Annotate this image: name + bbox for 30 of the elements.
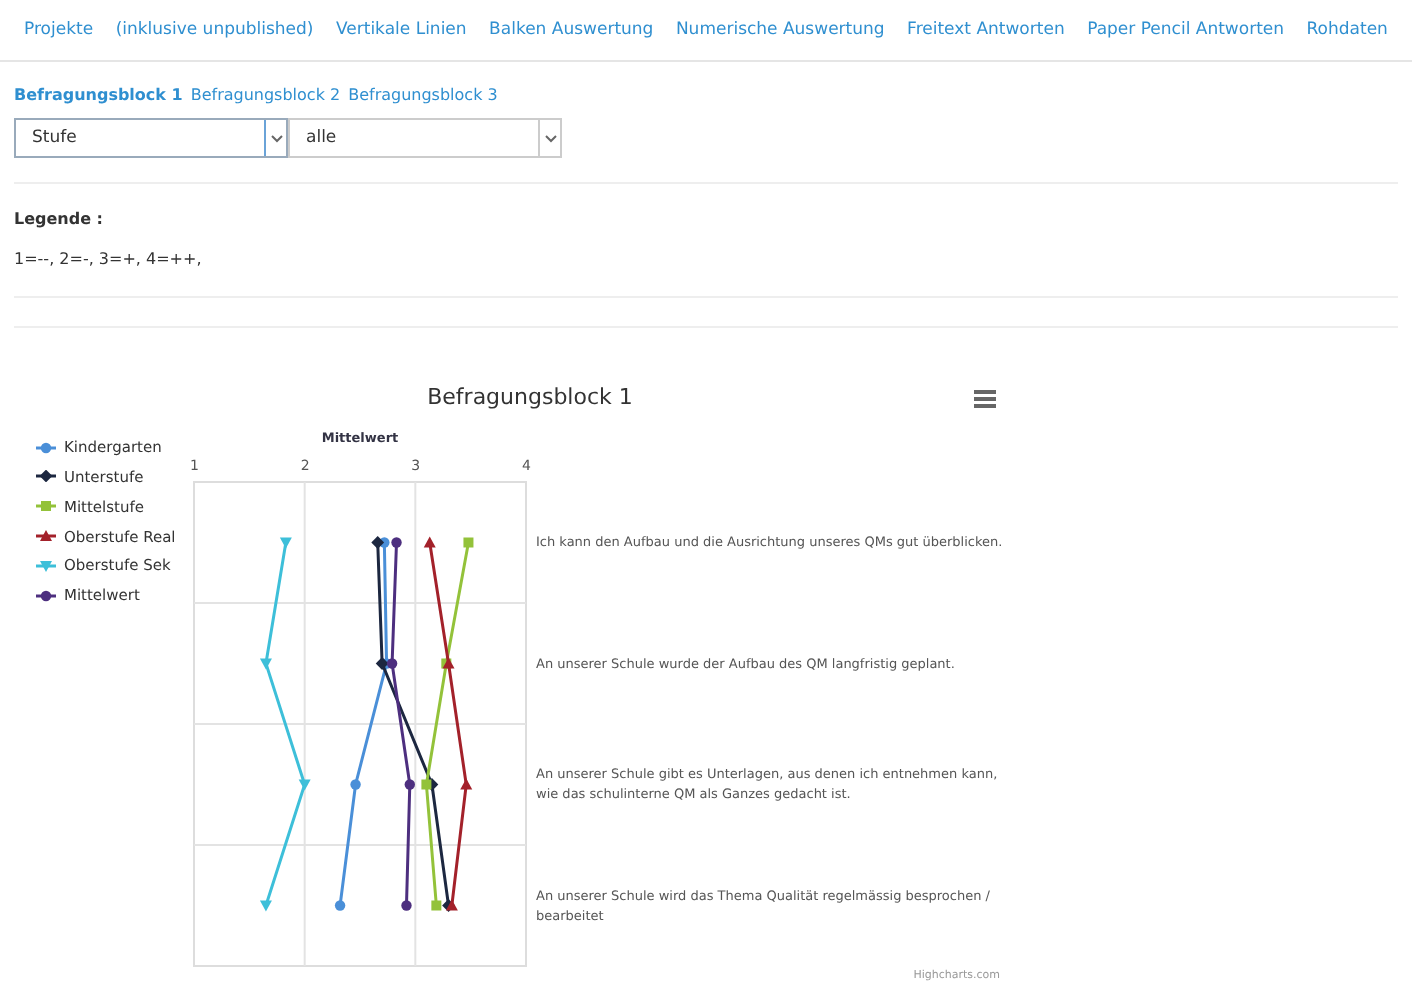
data-point bbox=[334, 900, 346, 911]
data-point bbox=[259, 900, 272, 912]
data-point bbox=[259, 658, 272, 670]
block-link[interactable]: Befragungsblock 2 bbox=[190, 84, 341, 108]
legend-title: Legende : bbox=[14, 208, 106, 232]
nav-link[interactable]: (inklusive unpublished) bbox=[115, 17, 314, 43]
data-point bbox=[404, 779, 415, 790]
nav-link[interactable]: Paper Pencil Antworten bbox=[1087, 17, 1285, 43]
data-point bbox=[401, 900, 412, 911]
dropdown[interactable]: Stufe bbox=[14, 118, 288, 158]
data-point bbox=[350, 779, 361, 790]
block-link[interactable]: Befragungsblock 3 bbox=[348, 84, 498, 108]
chart-title: Befragungsblock 1 bbox=[427, 381, 633, 414]
data-point bbox=[423, 536, 436, 548]
caret-icon bbox=[264, 120, 286, 156]
nav-link[interactable]: Numerische Auswertung bbox=[675, 17, 885, 43]
block-link[interactable]: Befragungsblock 1 bbox=[14, 84, 183, 108]
nav-link[interactable]: Projekte bbox=[24, 17, 94, 43]
caret-icon bbox=[538, 120, 560, 156]
data-point bbox=[279, 537, 292, 549]
legend-text: 1=--, 2=-, 3=+, 4=++, bbox=[14, 248, 204, 272]
data-point bbox=[298, 779, 311, 791]
nav-link[interactable]: Rohdaten bbox=[1306, 17, 1388, 43]
data-point bbox=[460, 778, 473, 790]
data-point bbox=[463, 537, 474, 548]
nav-link[interactable]: Freitext Antworten bbox=[907, 17, 1065, 43]
nav-link[interactable]: Vertikale Linien bbox=[335, 17, 467, 43]
dropdown[interactable]: alle bbox=[288, 118, 562, 158]
nav-link[interactable]: Balken Auswertung bbox=[489, 17, 654, 43]
menu-icon[interactable] bbox=[974, 390, 996, 408]
